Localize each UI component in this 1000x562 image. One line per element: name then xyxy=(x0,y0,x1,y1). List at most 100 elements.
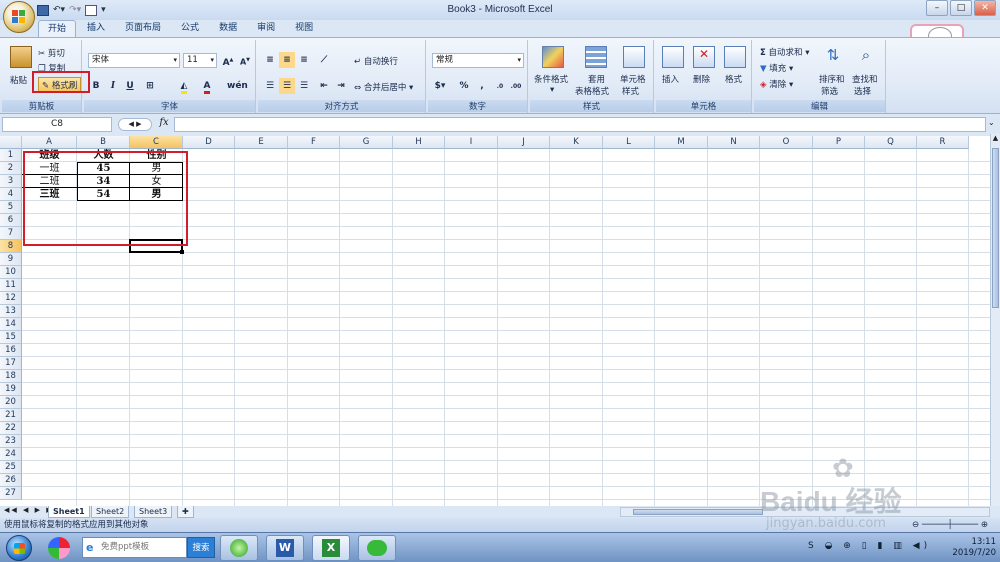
conditional-format-icon[interactable] xyxy=(542,46,564,68)
column-header-k[interactable]: K xyxy=(550,136,603,149)
paste-button[interactable]: 粘贴 xyxy=(10,74,27,86)
column-header-g[interactable]: G xyxy=(340,136,393,149)
name-box[interactable]: C8 xyxy=(2,117,112,132)
row-header-14[interactable]: 14 xyxy=(0,318,22,331)
cell-style-line2[interactable]: 样式 xyxy=(622,85,639,97)
font-color-button[interactable]: A xyxy=(199,78,215,94)
row-header-19[interactable]: 19 xyxy=(0,383,22,396)
column-header-i[interactable]: I xyxy=(445,136,498,149)
fill-button[interactable]: ▼ 填充 ▾ xyxy=(760,62,793,74)
row-header-1[interactable]: 1 xyxy=(0,149,22,162)
taskbar-excel[interactable]: X xyxy=(312,535,350,561)
format-cells-icon[interactable] xyxy=(724,46,746,68)
cell-style-icon[interactable] xyxy=(623,46,645,68)
italic-button[interactable]: I xyxy=(105,78,121,94)
column-header-f[interactable]: F xyxy=(288,136,340,149)
table-format-line2[interactable]: 表格格式 xyxy=(575,85,609,97)
increase-indent-icon[interactable]: ⇥ xyxy=(333,78,349,94)
comma-icon[interactable]: , xyxy=(474,78,490,94)
row-header-22[interactable]: 22 xyxy=(0,422,22,435)
sheet-tab-1[interactable]: Sheet1 xyxy=(48,506,90,518)
sort-filter-line1[interactable]: 排序和 xyxy=(819,73,845,85)
column-header-j[interactable]: J xyxy=(498,136,550,149)
column-header-d[interactable]: D xyxy=(183,136,235,149)
row-header-6[interactable]: 6 xyxy=(0,214,22,227)
row-header-13[interactable]: 13 xyxy=(0,305,22,318)
decrease-indent-icon[interactable]: ⇤ xyxy=(316,78,332,94)
insert-function-button[interactable]: fx xyxy=(155,117,173,132)
minimize-button[interactable]: – xyxy=(926,0,948,16)
row-header-10[interactable]: 10 xyxy=(0,266,22,279)
colorful-app-icon[interactable] xyxy=(48,537,70,559)
grow-font-button[interactable]: A▲ xyxy=(220,52,236,68)
fill-color-button[interactable]: ◭ xyxy=(176,78,192,94)
tab-home[interactable]: 开始 xyxy=(38,20,77,37)
table-format-line1[interactable]: 套用 xyxy=(588,73,605,85)
start-button[interactable] xyxy=(6,535,32,561)
decrease-decimal-icon[interactable]: .00 xyxy=(508,78,524,94)
row-header-3[interactable]: 3 xyxy=(0,175,22,188)
find-select-line1[interactable]: 查找和 xyxy=(852,73,878,85)
close-button[interactable]: ✕ xyxy=(974,0,996,16)
column-header-p[interactable]: P xyxy=(813,136,865,149)
row-header-23[interactable]: 23 xyxy=(0,435,22,448)
font-name-combo[interactable]: 宋体 ▾ xyxy=(88,53,180,68)
row-header-15[interactable]: 15 xyxy=(0,331,22,344)
row-header-24[interactable]: 24 xyxy=(0,448,22,461)
border-button[interactable]: ⊞ xyxy=(142,78,158,94)
sheet-tab-2[interactable]: Sheet2 xyxy=(91,506,130,518)
column-header-m[interactable]: M xyxy=(655,136,708,149)
increase-decimal-icon[interactable]: .0 xyxy=(492,78,508,94)
format-cells-button[interactable]: 格式 xyxy=(725,73,742,85)
shrink-font-button[interactable]: A▼ xyxy=(237,52,253,68)
taskbar-search-input[interactable]: 免费ppt模板 xyxy=(82,537,187,558)
column-header-q[interactable]: Q xyxy=(865,136,917,149)
expand-formula-icon[interactable]: ⌄ xyxy=(988,118,995,127)
accounting-icon[interactable]: $▾ xyxy=(432,78,448,94)
column-header-n[interactable]: N xyxy=(708,136,760,149)
system-tray-icons[interactable]: S ◒ ⊕ ▯ ▮ ▥ ◀) xyxy=(808,541,931,551)
maximize-button[interactable]: □ xyxy=(950,0,972,16)
conditional-format-button[interactable]: 条件格式 xyxy=(534,73,568,85)
wrap-text-button[interactable]: ↵ 自动换行 xyxy=(354,55,398,67)
cut-button[interactable]: ✂ 剪切 xyxy=(38,47,65,59)
align-center-icon[interactable]: ☰ xyxy=(279,78,295,94)
column-header-o[interactable]: O xyxy=(760,136,813,149)
font-size-combo[interactable]: 11 ▾ xyxy=(183,53,217,68)
row-header-18[interactable]: 18 xyxy=(0,370,22,383)
align-right-icon[interactable]: ☰ xyxy=(296,78,312,94)
row-header-26[interactable]: 26 xyxy=(0,474,22,487)
tab-view[interactable]: 视图 xyxy=(286,20,322,37)
row-header-20[interactable]: 20 xyxy=(0,396,22,409)
tab-review[interactable]: 审阅 xyxy=(248,20,284,37)
row-header-27[interactable]: 27 xyxy=(0,487,22,500)
tab-formulas[interactable]: 公式 xyxy=(172,20,208,37)
row-header-2[interactable]: 2 xyxy=(0,162,22,175)
column-header-e[interactable]: E xyxy=(235,136,288,149)
row-header-12[interactable]: 12 xyxy=(0,292,22,305)
scroll-thumb[interactable] xyxy=(992,148,999,308)
office-button[interactable] xyxy=(3,1,35,33)
fill-handle[interactable] xyxy=(180,250,184,254)
taskbar-wechat[interactable] xyxy=(358,535,396,561)
row-header-25[interactable]: 25 xyxy=(0,461,22,474)
column-header-a[interactable]: A xyxy=(22,136,77,149)
merge-center-button[interactable]: ⇔ 合并后居中 ▾ xyxy=(354,81,413,93)
paste-icon[interactable] xyxy=(10,46,32,68)
bold-button[interactable]: B xyxy=(88,78,104,94)
sort-filter-line2[interactable]: 筛选 xyxy=(821,85,838,97)
taskbar-360-browser[interactable] xyxy=(220,535,258,561)
row-header-11[interactable]: 11 xyxy=(0,279,22,292)
column-header-b[interactable]: B xyxy=(77,136,130,149)
scroll-up-icon[interactable]: ▲ xyxy=(991,134,1000,146)
underline-button[interactable]: U xyxy=(122,78,138,94)
sort-filter-icon[interactable]: ⇅ xyxy=(822,46,844,68)
row-header-21[interactable]: 21 xyxy=(0,409,22,422)
clock[interactable]: 13:11 2019/7/20 xyxy=(952,537,996,561)
clear-button[interactable]: ◈ 清除 ▾ xyxy=(760,78,793,90)
row-header-9[interactable]: 9 xyxy=(0,253,22,266)
row-header-17[interactable]: 17 xyxy=(0,357,22,370)
select-all-corner[interactable] xyxy=(0,136,22,149)
cell-style-line1[interactable]: 单元格 xyxy=(620,73,646,85)
column-header-h[interactable]: H xyxy=(393,136,445,149)
